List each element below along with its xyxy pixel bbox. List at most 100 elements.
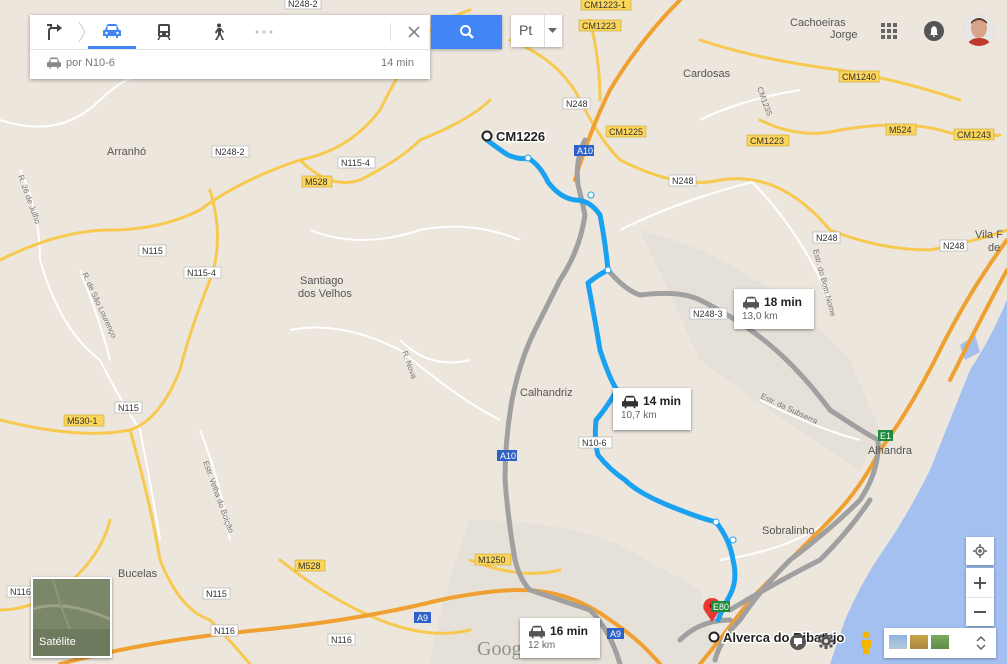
svg-text:N115: N115 [118,403,139,413]
svg-text:N248-3: N248-3 [693,309,723,319]
route-summary-row[interactable]: por N10-6 14 min [30,53,430,75]
place-sobralinho: Sobralinho [762,525,815,537]
settings-button[interactable] [817,632,835,650]
svg-text:CM1240: CM1240 [842,72,876,82]
bell-icon [929,25,939,37]
shield-a9-b: A9 [607,628,624,639]
expand-icon[interactable] [976,636,986,650]
shield-m528-b: M528 [294,559,326,572]
car-icon [103,23,121,38]
shield-cm1223-b: CM1223 [746,134,790,147]
route-time: 14 min [643,394,682,408]
svg-text:N248: N248 [943,241,965,251]
route-box-alt-east[interactable]: 18 min 13,0 km [734,289,814,329]
svg-text:A9: A9 [417,613,428,623]
route-distance: 12 km [528,640,556,651]
shield-m530-1: M530-1 [63,414,105,427]
shield-m1250: M1250 [474,553,512,566]
route-box-primary[interactable]: 14 min 10,7 km [613,388,691,430]
shield-n115-4-a: N115-4 [337,156,376,169]
walking-mode-button[interactable] [196,15,240,49]
svg-text:M528: M528 [305,177,328,187]
shield-n116-c: N116 [327,633,356,646]
transit-mode-button[interactable] [142,15,186,49]
place-bucelas: Bucelas [118,568,158,580]
shield-n115-b: N115 [114,401,143,414]
svg-text:M530-1: M530-1 [67,416,98,426]
imagery-strip [884,628,996,658]
language-selected: Pt [519,22,533,38]
plus-icon [974,576,986,589]
imagery-thumb-1[interactable] [889,635,907,649]
gear-icon [818,633,834,649]
pegman-button[interactable] [858,631,874,655]
search-icon [459,25,474,39]
origin-marker[interactable] [481,130,493,142]
car-icon [743,296,759,310]
svg-text:N248-2: N248-2 [288,0,318,9]
car-icon [622,395,638,409]
shield-n115-4-b: N115-4 [183,266,222,279]
shield-a10-a: A10 [574,145,594,156]
transit-icon [157,24,171,41]
shield-e1: E1 [878,430,893,441]
place-calhandriz: Calhandriz [520,387,573,399]
route-distance: 13,0 km [742,311,778,322]
divider [390,23,391,41]
crosshair-icon [973,544,987,558]
svg-text:N116: N116 [10,587,31,597]
pegman-icon [861,631,871,654]
language-select[interactable]: Pt [511,15,562,47]
zoom-in-button[interactable] [966,569,994,598]
place-alhandra: Alhandra [868,445,913,457]
route-distance: 10,7 km [621,410,657,421]
svg-text:M528: M528 [298,561,321,571]
imagery-thumb-2[interactable] [910,635,928,649]
place-santiago: Santiago [300,275,343,287]
satellite-toggle[interactable]: Satélite [31,577,112,658]
shield-n248-2: N248-2 [211,145,250,158]
place-arranho: Arranhó [107,146,146,158]
place-cardosas: Cardosas [683,68,731,80]
svg-text:N248: N248 [566,99,588,109]
origin-label: CM1226 [496,129,545,144]
place-dos-velhos: dos Velhos [298,288,352,300]
svg-text:N248-2: N248-2 [215,147,245,157]
help-button[interactable] [790,634,806,650]
zoom-out-button[interactable] [966,598,994,626]
map-canvas[interactable]: CM1226 Alverca do Ribatejo Cachoeiras Jo… [0,0,1007,664]
svg-text:E80: E80 [713,602,729,612]
svg-text:N248: N248 [816,233,838,243]
more-modes-button[interactable] [242,15,286,49]
directions-panel: por N10-6 14 min [30,15,430,79]
search-button[interactable] [431,15,502,49]
car-icon [529,625,545,639]
shield-cm1223-1: CM1223-1 [580,0,632,11]
shield-e80: E80 [711,601,730,612]
svg-text:N115: N115 [206,589,227,599]
more-icon [255,30,273,34]
svg-text:E1: E1 [880,431,891,441]
directions-mode-button[interactable] [30,15,78,49]
shield-n116-b: N116 [210,624,239,637]
svg-text:N115: N115 [142,246,163,256]
svg-text:N248: N248 [672,176,694,186]
avatar[interactable] [963,14,995,46]
car-mode-button[interactable] [88,15,136,49]
travel-mode-bar [30,15,430,50]
svg-text:CM1223: CM1223 [750,136,784,146]
imagery-thumb-3[interactable] [931,635,949,649]
my-location-button[interactable] [966,537,994,565]
svg-text:N116: N116 [214,626,235,636]
close-button[interactable] [398,15,430,49]
car-icon [47,57,61,69]
svg-text:N115-4: N115-4 [341,158,370,168]
svg-text:CM1225: CM1225 [609,127,643,137]
route-box-alt-south[interactable]: 16 min 12 km [520,618,600,658]
notifications-button[interactable] [924,21,944,41]
shield-n248-c: N248 [812,231,841,244]
shield-a10-b: A10 [497,450,517,461]
apps-button[interactable] [880,22,898,40]
svg-text:M1250: M1250 [478,555,506,565]
feedback-icon [794,638,802,647]
